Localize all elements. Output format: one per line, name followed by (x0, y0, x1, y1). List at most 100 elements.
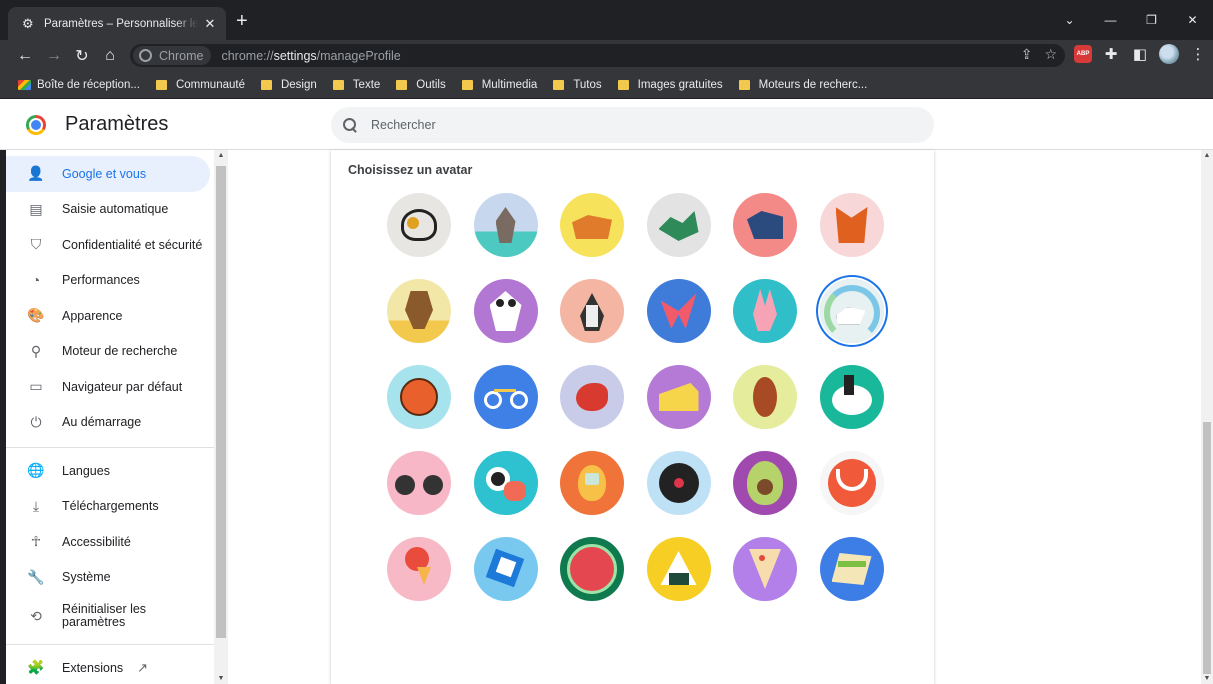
bookmark-item[interactable]: Moteurs de recherc... (738, 79, 867, 91)
bookmark-item[interactable]: Design (260, 79, 317, 91)
avatar-origami-fox[interactable] (819, 193, 884, 257)
avatar-sunglasses[interactable] (387, 451, 451, 515)
avatar-sushi-roll[interactable] (473, 451, 538, 515)
sidebar-item[interactable]: ⤓ Téléchargements (6, 489, 214, 525)
tab-settings[interactable]: ⚙ Paramètres – Personnaliser le profil ✕ (8, 7, 226, 40)
sidebar-item-label: Performances (62, 273, 140, 288)
avatar-cheese[interactable] (646, 365, 711, 429)
avatar-origami-sun-moon-heart[interactable] (387, 193, 451, 257)
puzzle-extensions-icon[interactable]: ✚ (1101, 45, 1121, 63)
main-scrollbar[interactable]: ▲ ▼ (1201, 150, 1213, 684)
avatar-origami-elephant[interactable] (733, 193, 797, 257)
main-scroll-thumb[interactable] (1203, 422, 1211, 674)
adblock-icon[interactable]: ABP (1074, 45, 1092, 63)
scroll-down-icon[interactable]: ▼ (214, 675, 228, 682)
forward-arrow-icon[interactable]: → (42, 44, 66, 68)
sidebar-item[interactable]: 🌐 Langues (6, 453, 214, 489)
address-bar[interactable]: Chrome chrome://settings/manageProfile ⇪… (130, 44, 1065, 67)
star-icon[interactable]: ☆ (1044, 46, 1057, 63)
side-panel-icon[interactable]: ◧ (1130, 45, 1150, 63)
avatar-illustration (395, 475, 415, 495)
back-arrow-icon[interactable]: ← (13, 44, 37, 68)
sidebar-item[interactable]: ⏻ Au démarrage (6, 405, 214, 441)
avatar-smile[interactable] (819, 451, 884, 515)
sidebar-scroll-thumb[interactable] (216, 166, 226, 638)
folder-icon (260, 79, 272, 90)
sidebar-item-label: Téléchargements (62, 499, 159, 514)
profile-avatar[interactable] (1159, 44, 1179, 64)
avatar-sandwich[interactable] (819, 537, 884, 601)
scroll-down-icon[interactable]: ▼ (1201, 675, 1213, 682)
bookmark-item[interactable]: Images gratuites (617, 79, 723, 91)
avatar-origami-penguin[interactable] (560, 279, 624, 343)
bookmark-item[interactable]: Outils (396, 79, 446, 91)
close-tab-icon[interactable]: ✕ (202, 16, 218, 32)
avatar-illustration (507, 299, 516, 307)
avatar-basketball[interactable] (387, 365, 451, 429)
sidebar-item[interactable]: 🧩 Extensions ↗ (6, 650, 214, 684)
avatar-watermelon[interactable] (560, 537, 624, 601)
avatar-origami-dragon[interactable] (646, 193, 711, 257)
avatar-vinyl-record[interactable] (646, 451, 711, 515)
reload-icon[interactable]: ↻ (70, 44, 94, 68)
avatar-illustration (493, 389, 516, 392)
search-input[interactable] (371, 118, 911, 132)
restore-icon[interactable]: ❐ (1131, 0, 1172, 40)
home-icon[interactable]: ⌂ (98, 44, 122, 68)
bookmark-item[interactable]: Multimedia (461, 79, 537, 91)
avatar-origami-panda[interactable] (473, 279, 538, 343)
avatar-origami-cat[interactable] (473, 193, 538, 257)
sidebar-item[interactable]: ▤ Saisie automatique (6, 192, 214, 228)
avatar-onigiri[interactable] (646, 537, 711, 601)
bookmark-item[interactable]: Communauté (155, 79, 245, 91)
sidebar-item[interactable]: 👤 Google et vous (6, 156, 210, 192)
bookmark-item[interactable]: Texte (332, 79, 380, 91)
avatar-illustration (673, 478, 684, 488)
sidebar-item[interactable]: 🎨 Apparence (6, 298, 214, 334)
avatar-rainbow-unicorn[interactable] (819, 279, 884, 343)
avatar-illustration (400, 378, 438, 416)
sidebar-item[interactable]: ⟲ Réinitialiser les paramètres (6, 595, 214, 637)
avatar-origami-corgi[interactable] (560, 193, 624, 257)
bookmark-label: Tutos (573, 78, 602, 91)
sidebar-divider (6, 447, 214, 448)
scroll-up-icon[interactable]: ▲ (214, 152, 228, 159)
avatar-red-bird[interactable] (560, 365, 624, 429)
avatar-origami-butterfly[interactable] (646, 279, 711, 343)
sidebar-item[interactable]: ⛉ Confidentialité et sécurité (6, 227, 214, 263)
avatar-tamagotchi[interactable] (560, 451, 624, 515)
sidebar-item[interactable]: ◔ Performances (6, 263, 214, 299)
avatar-bicycle[interactable] (473, 365, 538, 429)
avatar-origami-rabbit[interactable] (733, 279, 797, 343)
external-link-icon: ↗ (137, 659, 149, 675)
avatar-cube[interactable] (473, 537, 538, 601)
new-tab-button[interactable]: + (236, 11, 248, 31)
menu-dots-icon[interactable]: ⋮ (1188, 45, 1208, 63)
tab-search-icon[interactable]: ⌄ (1049, 0, 1090, 40)
sidebar-item[interactable]: 🔧 Système (6, 560, 214, 596)
avatar-pizza[interactable] (733, 537, 797, 601)
avatar-illustration (757, 479, 773, 495)
sidebar-item[interactable]: ⚲ Moteur de recherche (6, 334, 214, 370)
sidebar-scrollbar[interactable]: ▲ ▼ (214, 150, 228, 684)
bookmark-item[interactable]: Tutos (553, 78, 602, 91)
avatar-ice-cream[interactable] (387, 537, 451, 601)
share-icon[interactable]: ⇪ (1021, 46, 1033, 63)
settings-search[interactable] (331, 107, 934, 143)
sidebar-item-label: Réinitialiser les paramètres (62, 602, 147, 629)
folder-icon (461, 79, 473, 90)
sidebar-item-label: Système (62, 570, 111, 585)
avatar-origami-monkey[interactable] (387, 279, 451, 343)
close-window-icon[interactable]: ✕ (1172, 0, 1213, 40)
minimize-icon[interactable]: — (1090, 0, 1131, 40)
avatar-illustration (405, 291, 433, 329)
sidebar-item[interactable]: ▭ Navigateur par défaut (6, 369, 214, 405)
scroll-up-icon[interactable]: ▲ (1201, 152, 1213, 159)
bookmark-item[interactable]: Boîte de réception... (18, 79, 140, 91)
site-chip[interactable]: Chrome (133, 46, 212, 65)
avatar-football[interactable] (733, 365, 797, 429)
avatar-avocado[interactable] (733, 451, 797, 515)
avatar-sushi-plate[interactable] (819, 365, 884, 429)
avatar-illustration (423, 475, 443, 495)
sidebar-item[interactable]: ☥ Accessibilité (6, 524, 214, 560)
